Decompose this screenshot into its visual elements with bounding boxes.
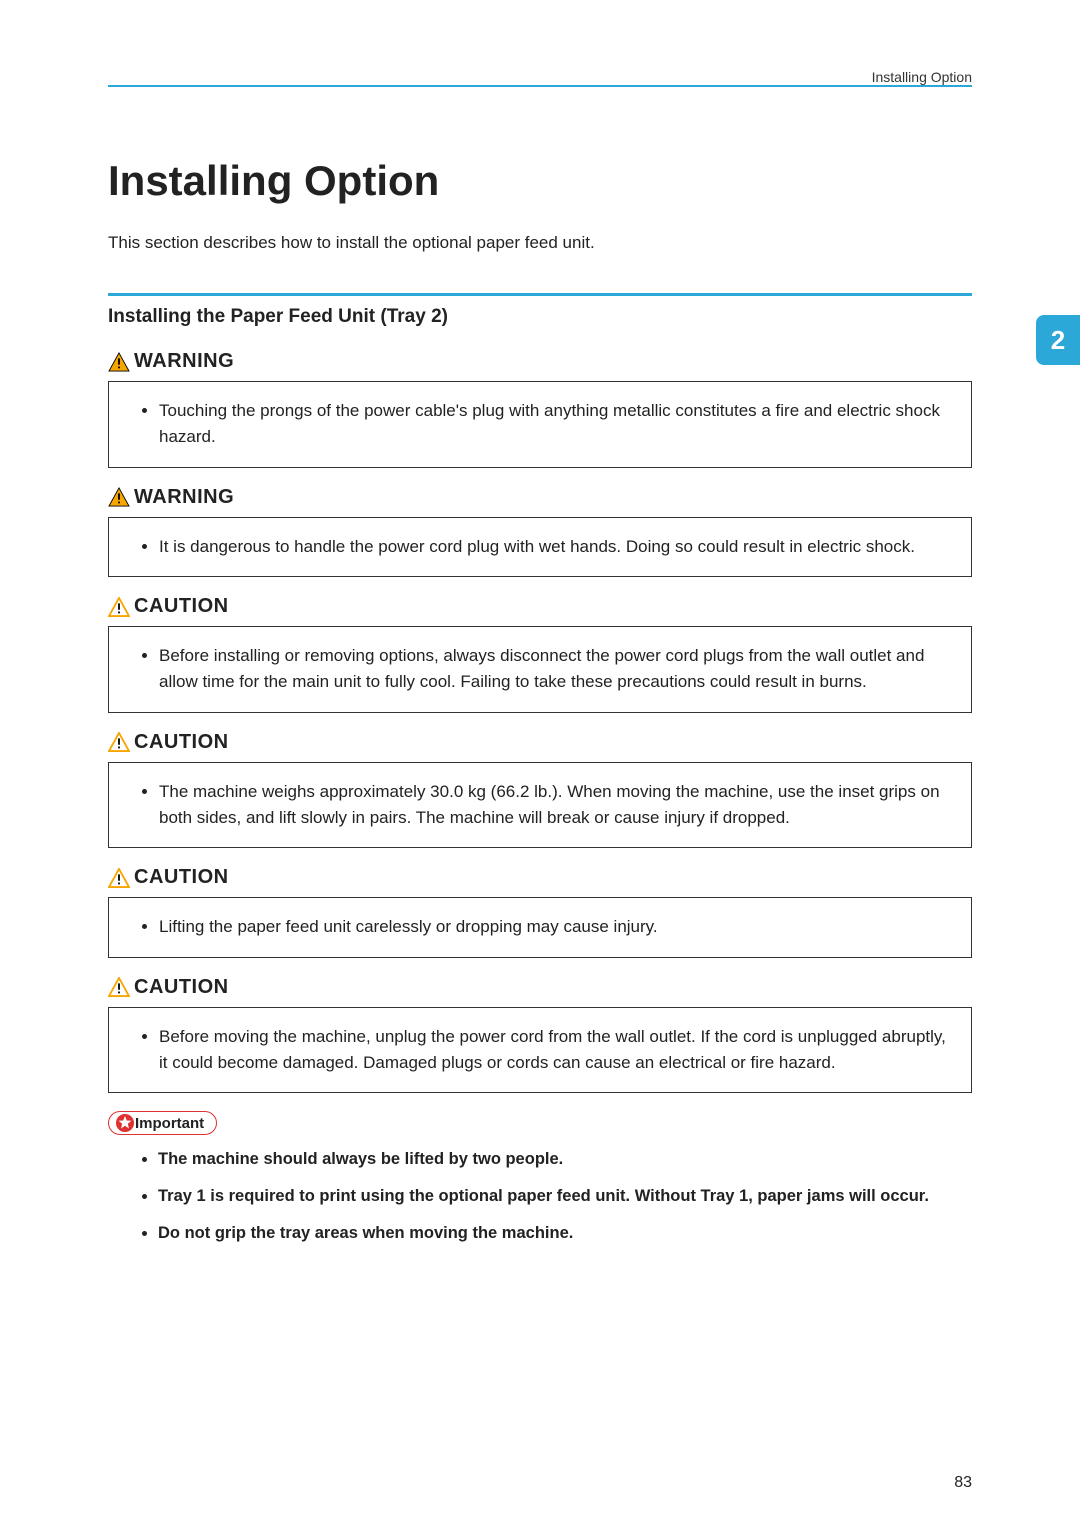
page-number: 83 xyxy=(954,1474,972,1492)
warning-triangle-icon xyxy=(108,352,130,372)
section-heading: Installing the Paper Feed Unit (Tray 2) xyxy=(108,306,972,328)
alert-item: The machine weighs approximately 30.0 kg… xyxy=(159,779,953,832)
alert-heading: CAUTION xyxy=(108,976,972,999)
alert-heading: CAUTION xyxy=(108,866,972,889)
alert-type-label: CAUTION xyxy=(134,595,229,618)
important-list: The machine should always be lifted by t… xyxy=(108,1147,972,1245)
alert-type-label: WARNING xyxy=(134,350,234,373)
alert-type-label: CAUTION xyxy=(134,866,229,889)
alert-list: Lifting the paper feed unit carelessly o… xyxy=(137,914,953,940)
important-item: The machine should always be lifted by t… xyxy=(158,1147,972,1172)
alert-list: Touching the prongs of the power cable's… xyxy=(137,398,953,451)
important-item: Do not grip the tray areas when moving t… xyxy=(158,1221,972,1246)
alert-box: It is dangerous to handle the power cord… xyxy=(108,517,972,577)
header-divider xyxy=(108,85,972,87)
alert-item: It is dangerous to handle the power cord… xyxy=(159,534,953,560)
alert-box: Before installing or removing options, a… xyxy=(108,626,972,713)
caution-triangle-icon xyxy=(108,977,130,997)
alert-box: The machine weighs approximately 30.0 kg… xyxy=(108,762,972,849)
important-callout: Important xyxy=(108,1111,972,1135)
alert-box: Touching the prongs of the power cable's… xyxy=(108,381,972,468)
alert-item: Lifting the paper feed unit carelessly o… xyxy=(159,914,953,940)
star-icon xyxy=(115,1113,135,1133)
alert-heading: WARNING xyxy=(108,486,972,509)
alert-list: It is dangerous to handle the power cord… xyxy=(137,534,953,560)
alert-list: Before installing or removing options, a… xyxy=(137,643,953,696)
alert-type-label: CAUTION xyxy=(134,976,229,999)
alert-type-label: WARNING xyxy=(134,486,234,509)
important-item: Tray 1 is required to print using the op… xyxy=(158,1184,972,1209)
alert-list: Before moving the machine, unplug the po… xyxy=(137,1024,953,1077)
alert-type-label: CAUTION xyxy=(134,731,229,754)
caution-triangle-icon xyxy=(108,868,130,888)
important-label: Important xyxy=(135,1115,204,1132)
chapter-tab: 2 xyxy=(1036,315,1080,365)
running-header: Installing Option xyxy=(108,63,972,85)
alert-item: Touching the prongs of the power cable's… xyxy=(159,398,953,451)
alert-box: Lifting the paper feed unit carelessly o… xyxy=(108,897,972,957)
alert-heading: CAUTION xyxy=(108,731,972,754)
caution-triangle-icon xyxy=(108,732,130,752)
warning-triangle-icon xyxy=(108,487,130,507)
caution-triangle-icon xyxy=(108,597,130,617)
intro-paragraph: This section describes how to install th… xyxy=(108,233,972,253)
alert-item: Before moving the machine, unplug the po… xyxy=(159,1024,953,1077)
page-title: Installing Option xyxy=(108,157,972,205)
alert-item: Before installing or removing options, a… xyxy=(159,643,953,696)
important-pill: Important xyxy=(108,1111,217,1135)
alert-heading: CAUTION xyxy=(108,595,972,618)
alert-heading: WARNING xyxy=(108,350,972,373)
alert-box: Before moving the machine, unplug the po… xyxy=(108,1007,972,1094)
section-divider xyxy=(108,293,972,296)
alert-list: The machine weighs approximately 30.0 kg… xyxy=(137,779,953,832)
